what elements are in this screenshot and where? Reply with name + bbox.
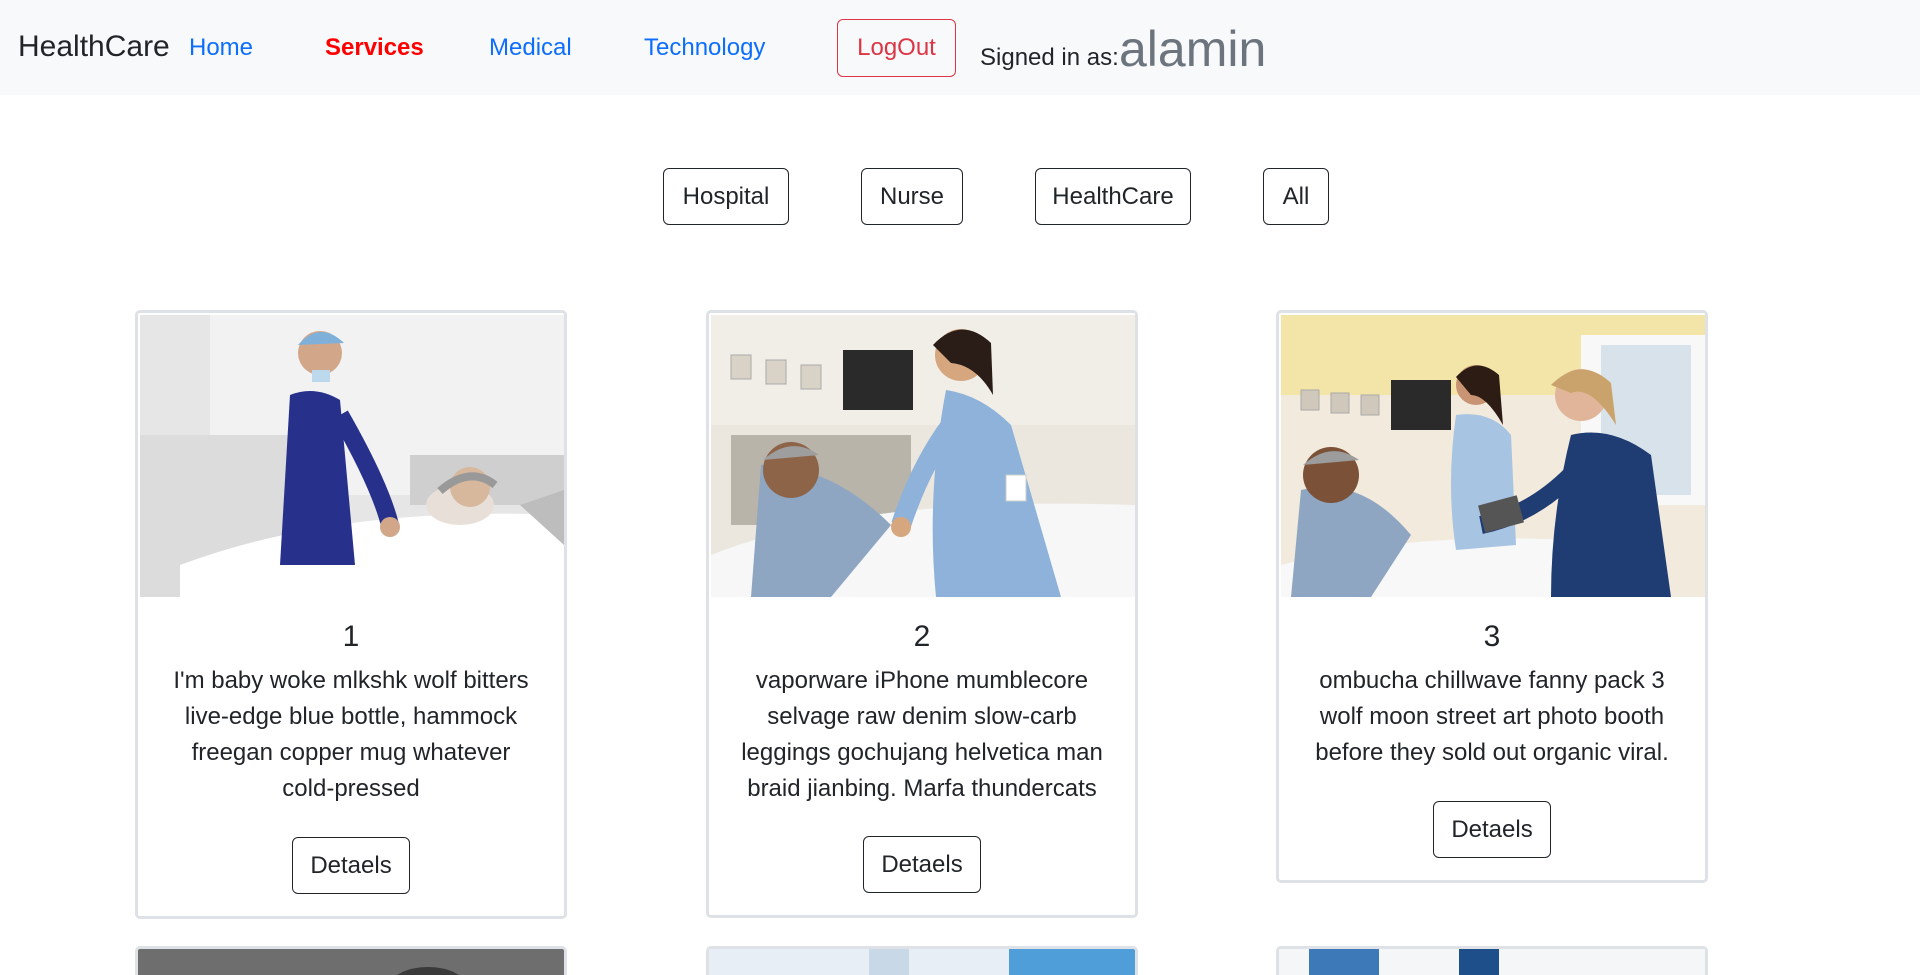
card-title: 1 bbox=[342, 620, 360, 653]
nav-link-services[interactable]: Services bbox=[325, 34, 424, 62]
card-title: 2 bbox=[913, 620, 931, 653]
filter-healthcare-button[interactable]: HealthCare bbox=[1035, 168, 1191, 225]
service-card-partial bbox=[135, 946, 567, 975]
top-navbar: HealthCare Home Services Medical Technol… bbox=[0, 0, 1920, 95]
service-card-partial bbox=[1276, 946, 1708, 975]
card-title: 3 bbox=[1483, 620, 1501, 653]
card-image-partial bbox=[1279, 949, 1705, 975]
service-card-partial bbox=[706, 946, 1138, 975]
card-image-nurse-patient bbox=[711, 315, 1135, 597]
card-image-doctor-patient bbox=[140, 315, 564, 597]
logout-button[interactable]: LogOut bbox=[837, 19, 956, 77]
card-description: ombucha chillwave fanny pack 3 wolf moon… bbox=[1315, 667, 1669, 766]
filter-nurse-button[interactable]: Nurse bbox=[861, 168, 963, 225]
service-card: 1 I'm baby woke mlkshk wolf bitters live… bbox=[135, 310, 567, 919]
filter-all-button[interactable]: All bbox=[1263, 168, 1329, 225]
card-details-button[interactable]: Detaels bbox=[1433, 801, 1551, 858]
card-details-button[interactable]: Detaels bbox=[863, 836, 981, 893]
filter-hospital-button[interactable]: Hospital bbox=[663, 168, 789, 225]
signed-in-username: alamin bbox=[1119, 21, 1267, 77]
nav-link-home[interactable]: Home bbox=[189, 34, 253, 62]
card-image-nurses-patient bbox=[1281, 315, 1705, 597]
card-description: I'm baby woke mlkshk wolf bitters live-e… bbox=[173, 667, 529, 802]
brand-name[interactable]: HealthCare bbox=[18, 30, 170, 64]
nav-link-medical[interactable]: Medical bbox=[489, 34, 572, 62]
service-card: 2 vaporware iPhone mumblecore selvage ra… bbox=[706, 310, 1138, 918]
card-image-partial bbox=[138, 949, 564, 975]
nav-link-technology[interactable]: Technology bbox=[644, 34, 765, 62]
card-image-partial bbox=[709, 949, 1135, 975]
signed-in-label: Signed in as: bbox=[980, 44, 1119, 71]
card-details-button[interactable]: Detaels bbox=[292, 837, 410, 894]
card-description: vaporware iPhone mumblecore selvage raw … bbox=[741, 667, 1103, 802]
service-card: 3 ombucha chillwave fanny pack 3 wolf mo… bbox=[1276, 310, 1708, 883]
